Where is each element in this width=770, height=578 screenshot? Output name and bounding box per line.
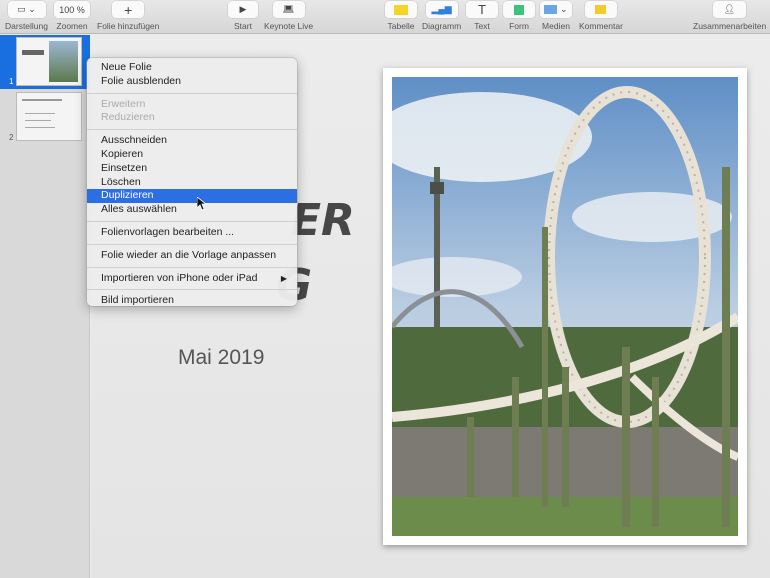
menu-item-folienvorlagen-bearbeiten[interactable]: Folienvorlagen bearbeiten ... [87, 226, 297, 240]
menu-item-label: Bild importieren [101, 294, 174, 307]
menu-item-label: Duplizieren [101, 189, 154, 202]
zoom-button[interactable]: 100 % Zoomen [54, 1, 90, 31]
rollercoaster-photo[interactable] [383, 68, 747, 545]
context-menu: Neue Folie Folie ausblenden Erweitern Reduz… [87, 58, 297, 306]
slide-subtitle-date: Mai 2019 [178, 346, 265, 369]
slide-navigator: 1 2 [0, 35, 90, 578]
laptop-broadcast-icon: 💻︎ [272, 1, 305, 18]
thumbnail-photo [49, 41, 78, 82]
text-icon: T [466, 1, 498, 18]
submenu-arrow-icon: ▶ [280, 273, 287, 283]
play-button[interactable]: ▶ Start [228, 1, 258, 31]
menu-item-label: Einsetzen [101, 161, 148, 174]
menu-separator [87, 243, 297, 245]
menu-item-folie-wieder-an-die-vorlage-anpassen[interactable]: Folie wieder an die Vorlage anpassen [87, 249, 297, 263]
add-slide-button[interactable]: + Folie hinzufügen [97, 1, 159, 31]
menu-item-ausschneiden[interactable]: Ausschneiden [87, 134, 297, 148]
slide-thumbnail-1[interactable] [17, 38, 81, 85]
menu-item-label: Folie ausblenden [101, 74, 181, 87]
media-icon [544, 5, 558, 14]
menu-item-label: Erweitern [101, 97, 146, 110]
chart-button[interactable]: ▂▄▆ Diagramm [422, 1, 461, 31]
menu-item-alles-auswählen[interactable]: Alles auswählen [87, 203, 297, 217]
plus-icon: + [112, 1, 145, 18]
menu-separator [87, 220, 297, 222]
menu-item-reduzieren: Reduzieren [87, 111, 297, 125]
menu-item-löschen[interactable]: Löschen [87, 176, 297, 190]
comment-icon [595, 5, 607, 14]
menu-separator [87, 129, 297, 131]
slide-title-line1: ER [291, 195, 355, 246]
menu-item-label: Folienvorlagen bearbeiten ... [101, 225, 235, 238]
comment-button[interactable]: Kommentar [579, 1, 623, 31]
menu-item-erweitern: Erweitern [87, 98, 297, 112]
menu-item-label: Kopieren [101, 147, 144, 160]
mouse-pointer-icon [197, 197, 207, 211]
menu-separator [87, 289, 297, 291]
menu-item-einsetzen[interactable]: Einsetzen [87, 162, 297, 176]
collaborate-icon: 👤︎ [713, 1, 747, 18]
menu-item-label: Folie wieder an die Vorlage anpassen [101, 248, 277, 261]
menu-item-duplizieren[interactable]: Duplizieren [87, 189, 297, 204]
collaborate-button[interactable]: 👤︎ Zusammenarbeiten [693, 1, 766, 31]
table-button[interactable]: Tabelle [385, 1, 417, 31]
menu-item-neue-folie[interactable]: Neue Folie [87, 61, 297, 75]
menu-item-importieren-von-iphone-oder-ipad[interactable]: Importieren von iPhone oder iPad ▶ [87, 272, 297, 286]
menu-item-kopieren[interactable]: Kopieren [87, 148, 297, 162]
play-icon: ▶ [228, 1, 258, 18]
text-button[interactable]: T Text [466, 1, 498, 31]
slide-thumbnail-2[interactable] [17, 93, 81, 140]
menu-item-folie-ausblenden[interactable]: Folie ausblenden [87, 75, 297, 89]
menu-item-label: Importieren von iPhone oder iPad [101, 271, 258, 284]
sidebar-view-icon: ▭ ⌄ [7, 1, 46, 18]
toolbar: ▭ ⌄ Darstellung 100 % Zoomen + Folie hinzuf… [0, 0, 770, 34]
photo-image [392, 77, 738, 536]
chart-icon: ▂▄▆ [425, 1, 458, 18]
menu-item-label: Ausschneiden [101, 134, 167, 147]
menu-item-label: Löschen [101, 175, 141, 188]
media-button[interactable]: ⌄ Medien [540, 1, 572, 31]
menu-item-label: Alles auswählen [101, 203, 177, 216]
menu-item-bild-importieren[interactable]: Bild importieren [87, 294, 297, 308]
menu-item-label: Reduzieren [101, 111, 155, 124]
menu-separator [87, 266, 297, 268]
shape-icon [514, 4, 524, 15]
shape-button[interactable]: Form [503, 1, 535, 31]
menu-item-label: Neue Folie [101, 61, 152, 73]
view-button[interactable]: ▭ ⌄ Darstellung [5, 1, 48, 31]
keynote-live-button[interactable]: 💻︎ Keynote Live [264, 1, 313, 31]
menu-separator [87, 92, 297, 94]
table-icon [394, 4, 408, 15]
